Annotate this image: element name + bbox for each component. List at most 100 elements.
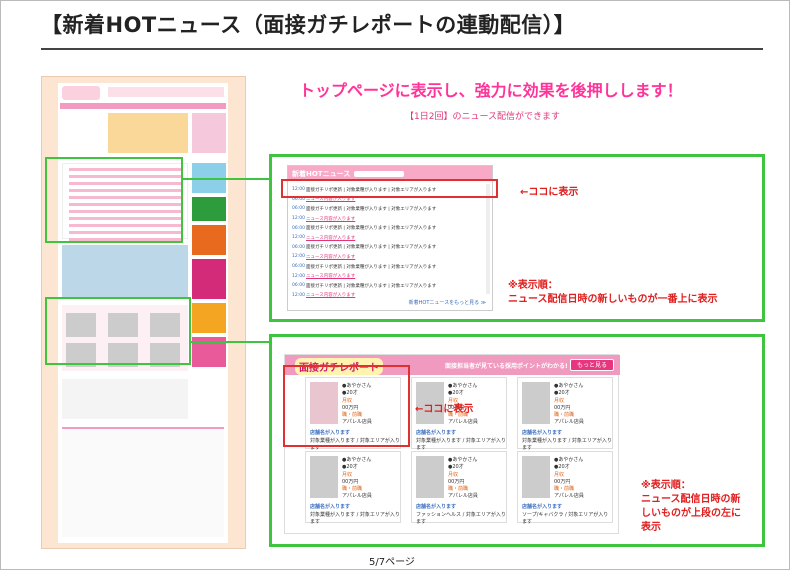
gachi-card[interactable]: ●あやかさん ●20才月収 00万円 職・前職 アパレル店員店舗名が入ります対象業種が入… [517, 377, 613, 451]
thumb-list [62, 379, 188, 419]
slide-frame: 【新着HOTニュース（面接ガチレポートの連動配信）】 トップページに表示し、強力… [0, 0, 790, 570]
news-row[interactable]: 12:00 ニュース内容が入ります [292, 252, 488, 262]
site-thumbnail [41, 76, 246, 549]
gachi-card-wage: 00万円 [342, 479, 359, 485]
gachi-card-job: アパレル店員 [554, 419, 584, 425]
news-highlight-box [281, 179, 498, 198]
gachi-card-area: 対象業種が入ります / 対象エリアが入ります [522, 438, 612, 451]
news-row-text: 面接ガチリポ更新 | 対象業種が入ります | 対象エリアが入ります [306, 245, 437, 251]
news-row-text: 面接ガチリポ更新 | 対象業種が入ります | 対象エリアが入ります [306, 264, 437, 270]
news-callout-label: ←ココに表示 [520, 187, 579, 198]
news-order-note: ※表示順： ニュース配信日時の新しいものが一番上に表示 [508, 279, 718, 307]
gachi-card-photo [522, 382, 550, 424]
gachi-card-wage: 00万円 [448, 479, 465, 485]
news-row-text[interactable]: ニュース内容が入ります [306, 292, 355, 298]
slide-title: 【新着HOTニュース（面接ガチレポートの連動配信）】 [41, 13, 576, 37]
news-row-text[interactable]: ニュース内容が入ります [306, 235, 355, 241]
connector-line [190, 341, 270, 343]
title-rule [41, 48, 763, 50]
news-more-link[interactable]: 新着HOTニュースをもっと見る ≫ [409, 299, 486, 306]
gachi-more-button[interactable]: もっと見る [570, 359, 614, 371]
gachi-note-line: ニュース配信日時の新 [641, 494, 741, 505]
gachi-note-line: しいものが上段の左に [641, 508, 741, 519]
thumb-nav [60, 103, 226, 109]
thumb-highlight-gachi [45, 297, 191, 365]
gachi-card-job: アパレル店員 [448, 419, 478, 425]
gachi-card-photo [416, 456, 444, 498]
news-row-date: 06:00 [292, 283, 305, 289]
news-scrollbar[interactable] [486, 184, 490, 294]
gachi-card-age: ●20才 [554, 390, 570, 396]
news-row-text: 面接ガチリポ更新 | 対象業種が入ります | 対象エリアが入ります [306, 226, 437, 232]
gachi-card-job: アパレル店員 [554, 493, 584, 499]
gachi-card-name: ●あやかさん [448, 457, 478, 463]
news-row-date: 06:00 [292, 264, 305, 270]
gachi-card[interactable]: ●あやかさん ●20才 月収 00万円 職・前職 アパレル店員 店舗名が入ります ソープ/キャ… [517, 451, 613, 525]
news-row-text[interactable]: ニュース内容が入ります [306, 254, 355, 260]
thumb-ad [192, 259, 226, 299]
gachi-card-job: アパレル店員 [342, 493, 372, 499]
page-number: 5/7ページ [369, 557, 415, 568]
news-row-text[interactable]: ニュース内容が入ります [306, 216, 355, 222]
gachi-callout-label: ←ココに表示 [415, 404, 474, 415]
gachi-card-area: 対象業種が入ります / 対象エリアが入ります [416, 438, 506, 451]
gachi-card-wage-label: 月収 [554, 398, 565, 404]
gachi-card-shop[interactable]: 店舗名が入ります [522, 503, 562, 510]
news-row[interactable]: 06:00 面接ガチリポ更新 | 対象業種が入ります | 対象エリアが入ります [292, 243, 488, 253]
news-row[interactable]: 12:00 ニュース内容が入ります [292, 233, 488, 243]
gachi-card-name: ●あやかさん [554, 457, 584, 463]
news-row[interactable]: 06:00 面接ガチリポ更新 | 対象業種が入ります | 対象エリアが入ります [292, 223, 488, 233]
gachi-card-wage: 00万円 [554, 479, 571, 485]
gachi-card-name: ●あやかさん [554, 383, 584, 389]
gachi-card-shop[interactable]: 店舗名が入ります [522, 429, 562, 436]
thumb-banner [192, 113, 226, 153]
gachi-highlight-box [283, 365, 410, 447]
gachi-card-area: 対象業種が入ります / 対象エリアが入ります [310, 512, 400, 525]
gachi-card-job-label: 職・前職 [448, 486, 469, 492]
thumb-ad [192, 225, 226, 255]
news-row-date: 12:00 [292, 235, 305, 241]
gachi-card-age: ●20才 [448, 464, 464, 470]
thumb-highlight-news [45, 157, 183, 243]
gachi-card-photo [522, 456, 550, 498]
news-row[interactable]: 06:00 面接ガチリポ更新 | 対象業種が入ります | 対象エリアが入ります [292, 281, 488, 291]
gachi-card-wage-label: 月収 [342, 472, 353, 478]
gachi-note-line: ※表示順： [641, 480, 691, 491]
news-list: 12:00 面接ガチリポ更新 | 対象業種が入ります | 対象エリアが入ります 06… [288, 181, 492, 300]
gachi-card-wage-label: 月収 [554, 472, 565, 478]
gachi-card-shop[interactable]: 店舗名が入ります [310, 503, 350, 510]
news-row-date: 06:00 [292, 206, 305, 212]
thumb-menu-boxes [108, 113, 188, 153]
thumb-footer [62, 427, 224, 537]
news-row-text: 面接ガチリポ更新 | 対象業種が入ります | 対象エリアが入ります [306, 206, 437, 212]
news-row[interactable]: 06:00 面接ガチリポ更新 | 対象業種が入ります | 対象エリアが入ります [292, 262, 488, 272]
gachi-card-wage-label: 月収 [448, 472, 459, 478]
gachi-card-name: ●あやかさん [342, 457, 372, 463]
gachi-card[interactable]: ●あやかさん ●20才 月収 00万円 職・前職 アパレル店員 店舗名が入ります 対象業種が入… [305, 451, 401, 525]
gachi-card-area: ファッションヘルス / 対象エリアが入ります [416, 512, 506, 525]
gachi-card-shop[interactable]: 店舗名が入ります [416, 429, 456, 436]
thumb-topbar [108, 87, 224, 97]
gachi-order-note: ※表示順： ニュース配信日時の新 しいものが上段の左に 表示 [641, 479, 741, 535]
news-row-date: 12:00 [292, 273, 305, 279]
news-row-date: 06:00 [292, 244, 305, 250]
gachi-card-shop[interactable]: 店舗名が入ります [416, 503, 456, 510]
gachi-note-line: 表示 [641, 522, 661, 533]
thumb-ad [192, 303, 226, 333]
gachi-card-job-label: 職・前職 [554, 412, 575, 418]
gachi-card-age: ●20才 [554, 464, 570, 470]
gachi-card[interactable]: ●あやかさん ●20才 月収 00万円 職・前職 アパレル店員 店舗名が入ります ファッション… [411, 451, 507, 525]
news-note-line: ニュース配信日時の新しいものが一番上に表示 [508, 294, 718, 305]
connector-line [181, 178, 271, 180]
news-row[interactable]: 06:00 面接ガチリポ更新 | 対象業種が入ります | 対象エリアが入ります [292, 204, 488, 214]
news-row[interactable]: 12:00 ニュース内容が入ります [292, 214, 488, 224]
news-row-text[interactable]: ニュース内容が入ります [306, 273, 355, 279]
thumb-logo [62, 86, 100, 100]
news-row-text: 面接ガチリポ更新 | 対象業種が入ります | 対象エリアが入ります [306, 283, 437, 289]
news-row-date: 06:00 [292, 225, 305, 231]
gachi-card-job-label: 職・前職 [554, 486, 575, 492]
news-row[interactable]: 12:00 ニュース内容が入ります [292, 271, 488, 281]
news-panel-tag [354, 170, 405, 177]
gachi-description: 面接担当者が見ている採用ポイントがわかる! [445, 363, 568, 370]
gachi-card-wage: 00万円 [554, 405, 571, 411]
